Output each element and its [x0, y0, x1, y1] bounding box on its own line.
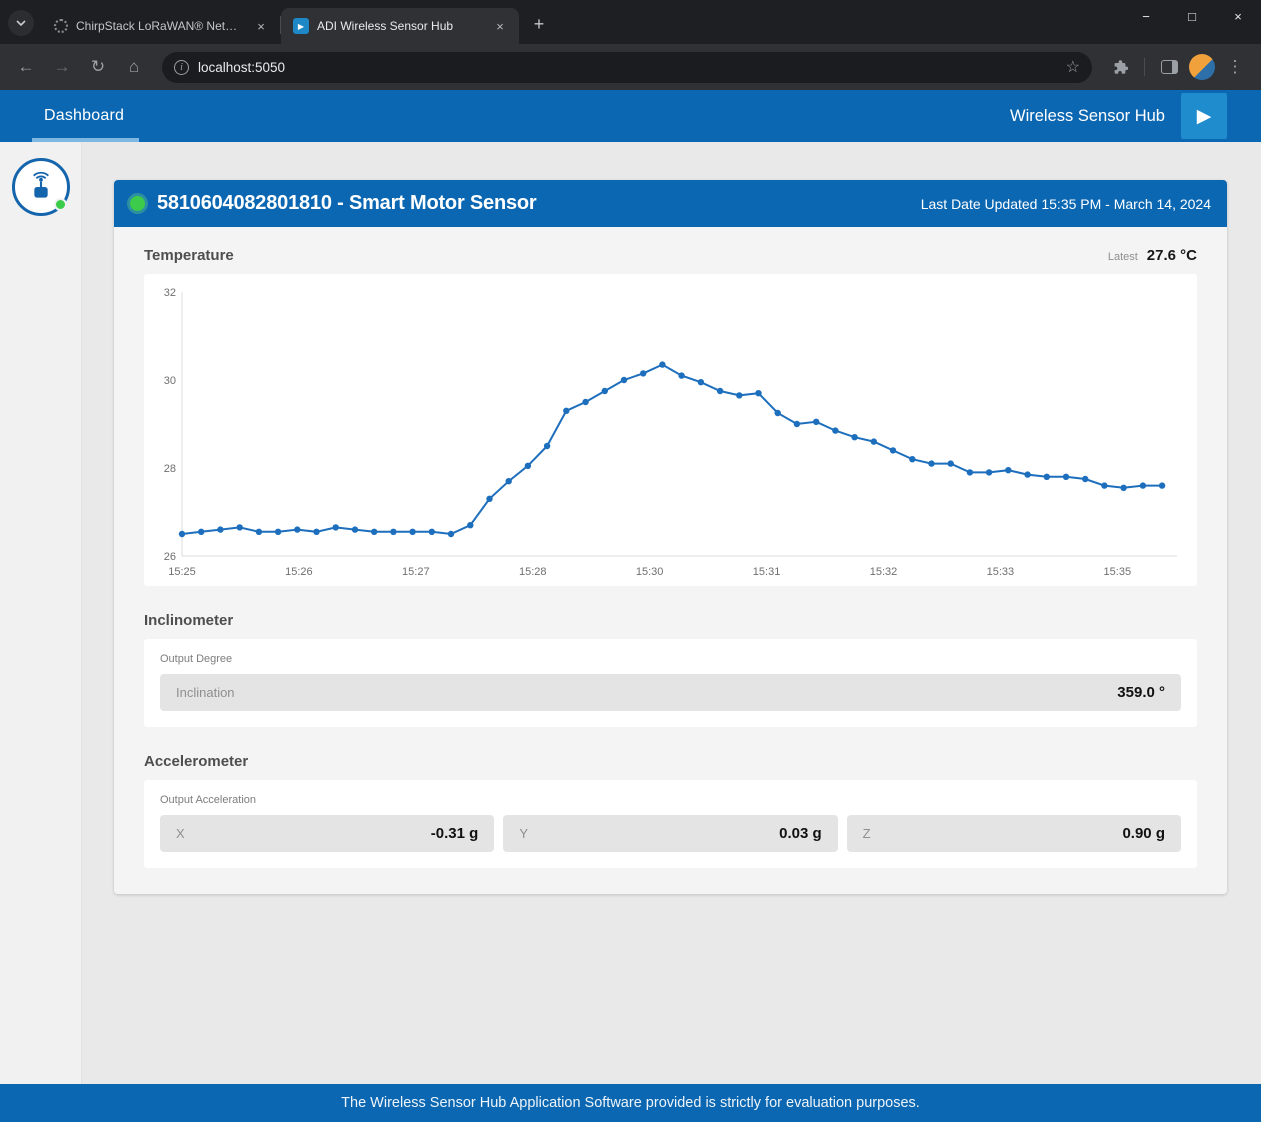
app-footer: The Wireless Sensor Hub Application Soft…	[0, 1084, 1261, 1122]
adi-logo[interactable]	[12, 158, 70, 216]
dashboard-active-indicator	[32, 138, 139, 142]
device-title: 5810604082801810 - Smart Motor Sensor	[157, 192, 537, 215]
accelerometer-heading-row: Accelerometer	[144, 753, 1197, 770]
window-controls: − □ ×	[1123, 0, 1261, 32]
side-panel-icon	[1161, 60, 1178, 74]
device-card-header: 5810604082801810 - Smart Motor Sensor La…	[114, 180, 1227, 227]
temperature-chart-panel: 26 28 30 32 15:25 15:26 15:27 15:28 15:30 15:31 15…	[144, 274, 1197, 586]
tab-adi-sensor-hub[interactable]: ▶ ADI Wireless Sensor Hub ×	[281, 8, 519, 44]
output-degree-label: Output Degree	[160, 653, 1181, 665]
home-button[interactable]: ⌂	[118, 51, 150, 83]
inclinometer-heading: Inclinometer	[144, 612, 233, 629]
svg-text:15:35: 15:35	[1104, 566, 1132, 578]
forward-button[interactable]: →	[46, 51, 78, 83]
sensor-hub-app: Dashboard Wireless Sensor Hub ▶	[0, 90, 1261, 1122]
chirpstack-favicon-icon	[54, 19, 68, 33]
tab-search-button[interactable]	[8, 10, 34, 36]
new-tab-button[interactable]: +	[525, 10, 553, 38]
svg-text:15:26: 15:26	[285, 566, 313, 578]
url-text[interactable]: localhost:5050	[198, 60, 1057, 75]
profile-avatar[interactable]	[1189, 54, 1215, 80]
output-acceleration-label: Output Acceleration	[160, 794, 1181, 806]
accelerometer-heading: Accelerometer	[144, 753, 248, 770]
app-body: 5810604082801810 - Smart Motor Sensor La…	[0, 142, 1261, 1084]
tab-close-icon[interactable]: ×	[252, 17, 270, 35]
puzzle-icon	[1111, 58, 1129, 76]
adi-favicon-icon: ▶	[293, 18, 309, 34]
accel-y-value: 0.03 g	[779, 825, 822, 842]
maximize-button[interactable]: □	[1169, 0, 1215, 32]
temperature-heading: Temperature	[144, 247, 234, 264]
extensions-button[interactable]	[1104, 51, 1136, 83]
play-button[interactable]: ▶	[1181, 93, 1227, 139]
app-title: Wireless Sensor Hub	[1010, 107, 1165, 126]
svg-text:15:31: 15:31	[753, 566, 781, 578]
nav-dashboard[interactable]: Dashboard	[44, 107, 124, 125]
tab-close-icon[interactable]: ×	[491, 17, 509, 35]
chevron-down-icon	[16, 20, 26, 26]
browser-menu-button[interactable]: ⋮	[1219, 51, 1251, 83]
temperature-chart: 26 28 30 32 15:25 15:26 15:27 15:28 15:30 15:31 15…	[152, 280, 1189, 584]
svg-text:32: 32	[164, 287, 176, 299]
accel-x-label: X	[176, 826, 185, 841]
inclinometer-panel: Output Degree Inclination 359.0 °	[144, 639, 1197, 727]
accel-z-field: Z 0.90 g	[847, 815, 1181, 852]
toolbar-separator	[1144, 58, 1145, 76]
accel-y-label: Y	[519, 826, 528, 841]
browser-window: ChirpStack LoRaWAN® Networ × ▶ ADI Wirel…	[0, 0, 1261, 1122]
footer-text: The Wireless Sensor Hub Application Soft…	[341, 1095, 920, 1111]
inclination-value: 359.0 °	[1117, 684, 1165, 701]
accel-x-value: -0.31 g	[431, 825, 479, 842]
back-button[interactable]: ←	[10, 51, 42, 83]
main-content: 5810604082801810 - Smart Motor Sensor La…	[82, 142, 1261, 1084]
device-status-dot	[130, 196, 145, 211]
inclinometer-heading-row: Inclinometer	[144, 612, 1197, 629]
browser-toolbar: ← → ↻ ⌂ i localhost:5050 ☆ ⋮	[0, 44, 1261, 90]
tab-chirpstack[interactable]: ChirpStack LoRaWAN® Networ ×	[42, 8, 280, 44]
svg-text:26: 26	[164, 551, 176, 563]
address-bar[interactable]: i localhost:5050 ☆	[162, 52, 1092, 83]
status-green-dot	[54, 198, 67, 211]
app-header: Dashboard Wireless Sensor Hub ▶	[0, 90, 1261, 142]
site-info-icon[interactable]: i	[174, 60, 189, 75]
svg-text:30: 30	[164, 375, 176, 387]
side-panel-button[interactable]	[1153, 51, 1185, 83]
accel-x-field: X -0.31 g	[160, 815, 494, 852]
accel-z-value: 0.90 g	[1122, 825, 1165, 842]
device-card-body: Temperature Latest 27.6 °C 26 28 30 32 15:25…	[114, 227, 1227, 894]
adi-logo-icon	[25, 171, 57, 203]
latest-label: Latest	[1108, 251, 1138, 263]
svg-text:15:25: 15:25	[168, 566, 196, 578]
device-card: 5810604082801810 - Smart Motor Sensor La…	[114, 180, 1227, 894]
sidebar	[0, 142, 82, 1084]
bookmark-star-icon[interactable]: ☆	[1066, 57, 1080, 77]
latest-temperature-value: 27.6 °C	[1147, 247, 1197, 264]
reload-button[interactable]: ↻	[82, 51, 114, 83]
tab-title: ChirpStack LoRaWAN® Networ	[76, 19, 244, 33]
acceleration-fields-row: X -0.31 g Y 0.03 g Z 0.90 g	[160, 815, 1181, 852]
temperature-heading-row: Temperature Latest 27.6 °C	[144, 247, 1197, 264]
tab-strip: ChirpStack LoRaWAN® Networ × ▶ ADI Wirel…	[0, 0, 1261, 44]
accelerometer-panel: Output Acceleration X -0.31 g Y 0.03 g	[144, 780, 1197, 868]
svg-text:15:30: 15:30	[636, 566, 664, 578]
svg-text:28: 28	[164, 463, 176, 475]
svg-text:15:27: 15:27	[402, 566, 430, 578]
inclination-label: Inclination	[176, 685, 235, 700]
svg-text:15:33: 15:33	[987, 566, 1015, 578]
inclination-field: Inclination 359.0 °	[160, 674, 1181, 711]
last-updated-text: Last Date Updated 15:35 PM - March 14, 2…	[921, 196, 1211, 212]
close-button[interactable]: ×	[1215, 0, 1261, 32]
svg-text:15:32: 15:32	[870, 566, 898, 578]
accel-z-label: Z	[863, 826, 871, 841]
svg-text:15:28: 15:28	[519, 566, 547, 578]
minimize-button[interactable]: −	[1123, 0, 1169, 32]
accel-y-field: Y 0.03 g	[503, 815, 837, 852]
tab-title: ADI Wireless Sensor Hub	[317, 19, 483, 33]
